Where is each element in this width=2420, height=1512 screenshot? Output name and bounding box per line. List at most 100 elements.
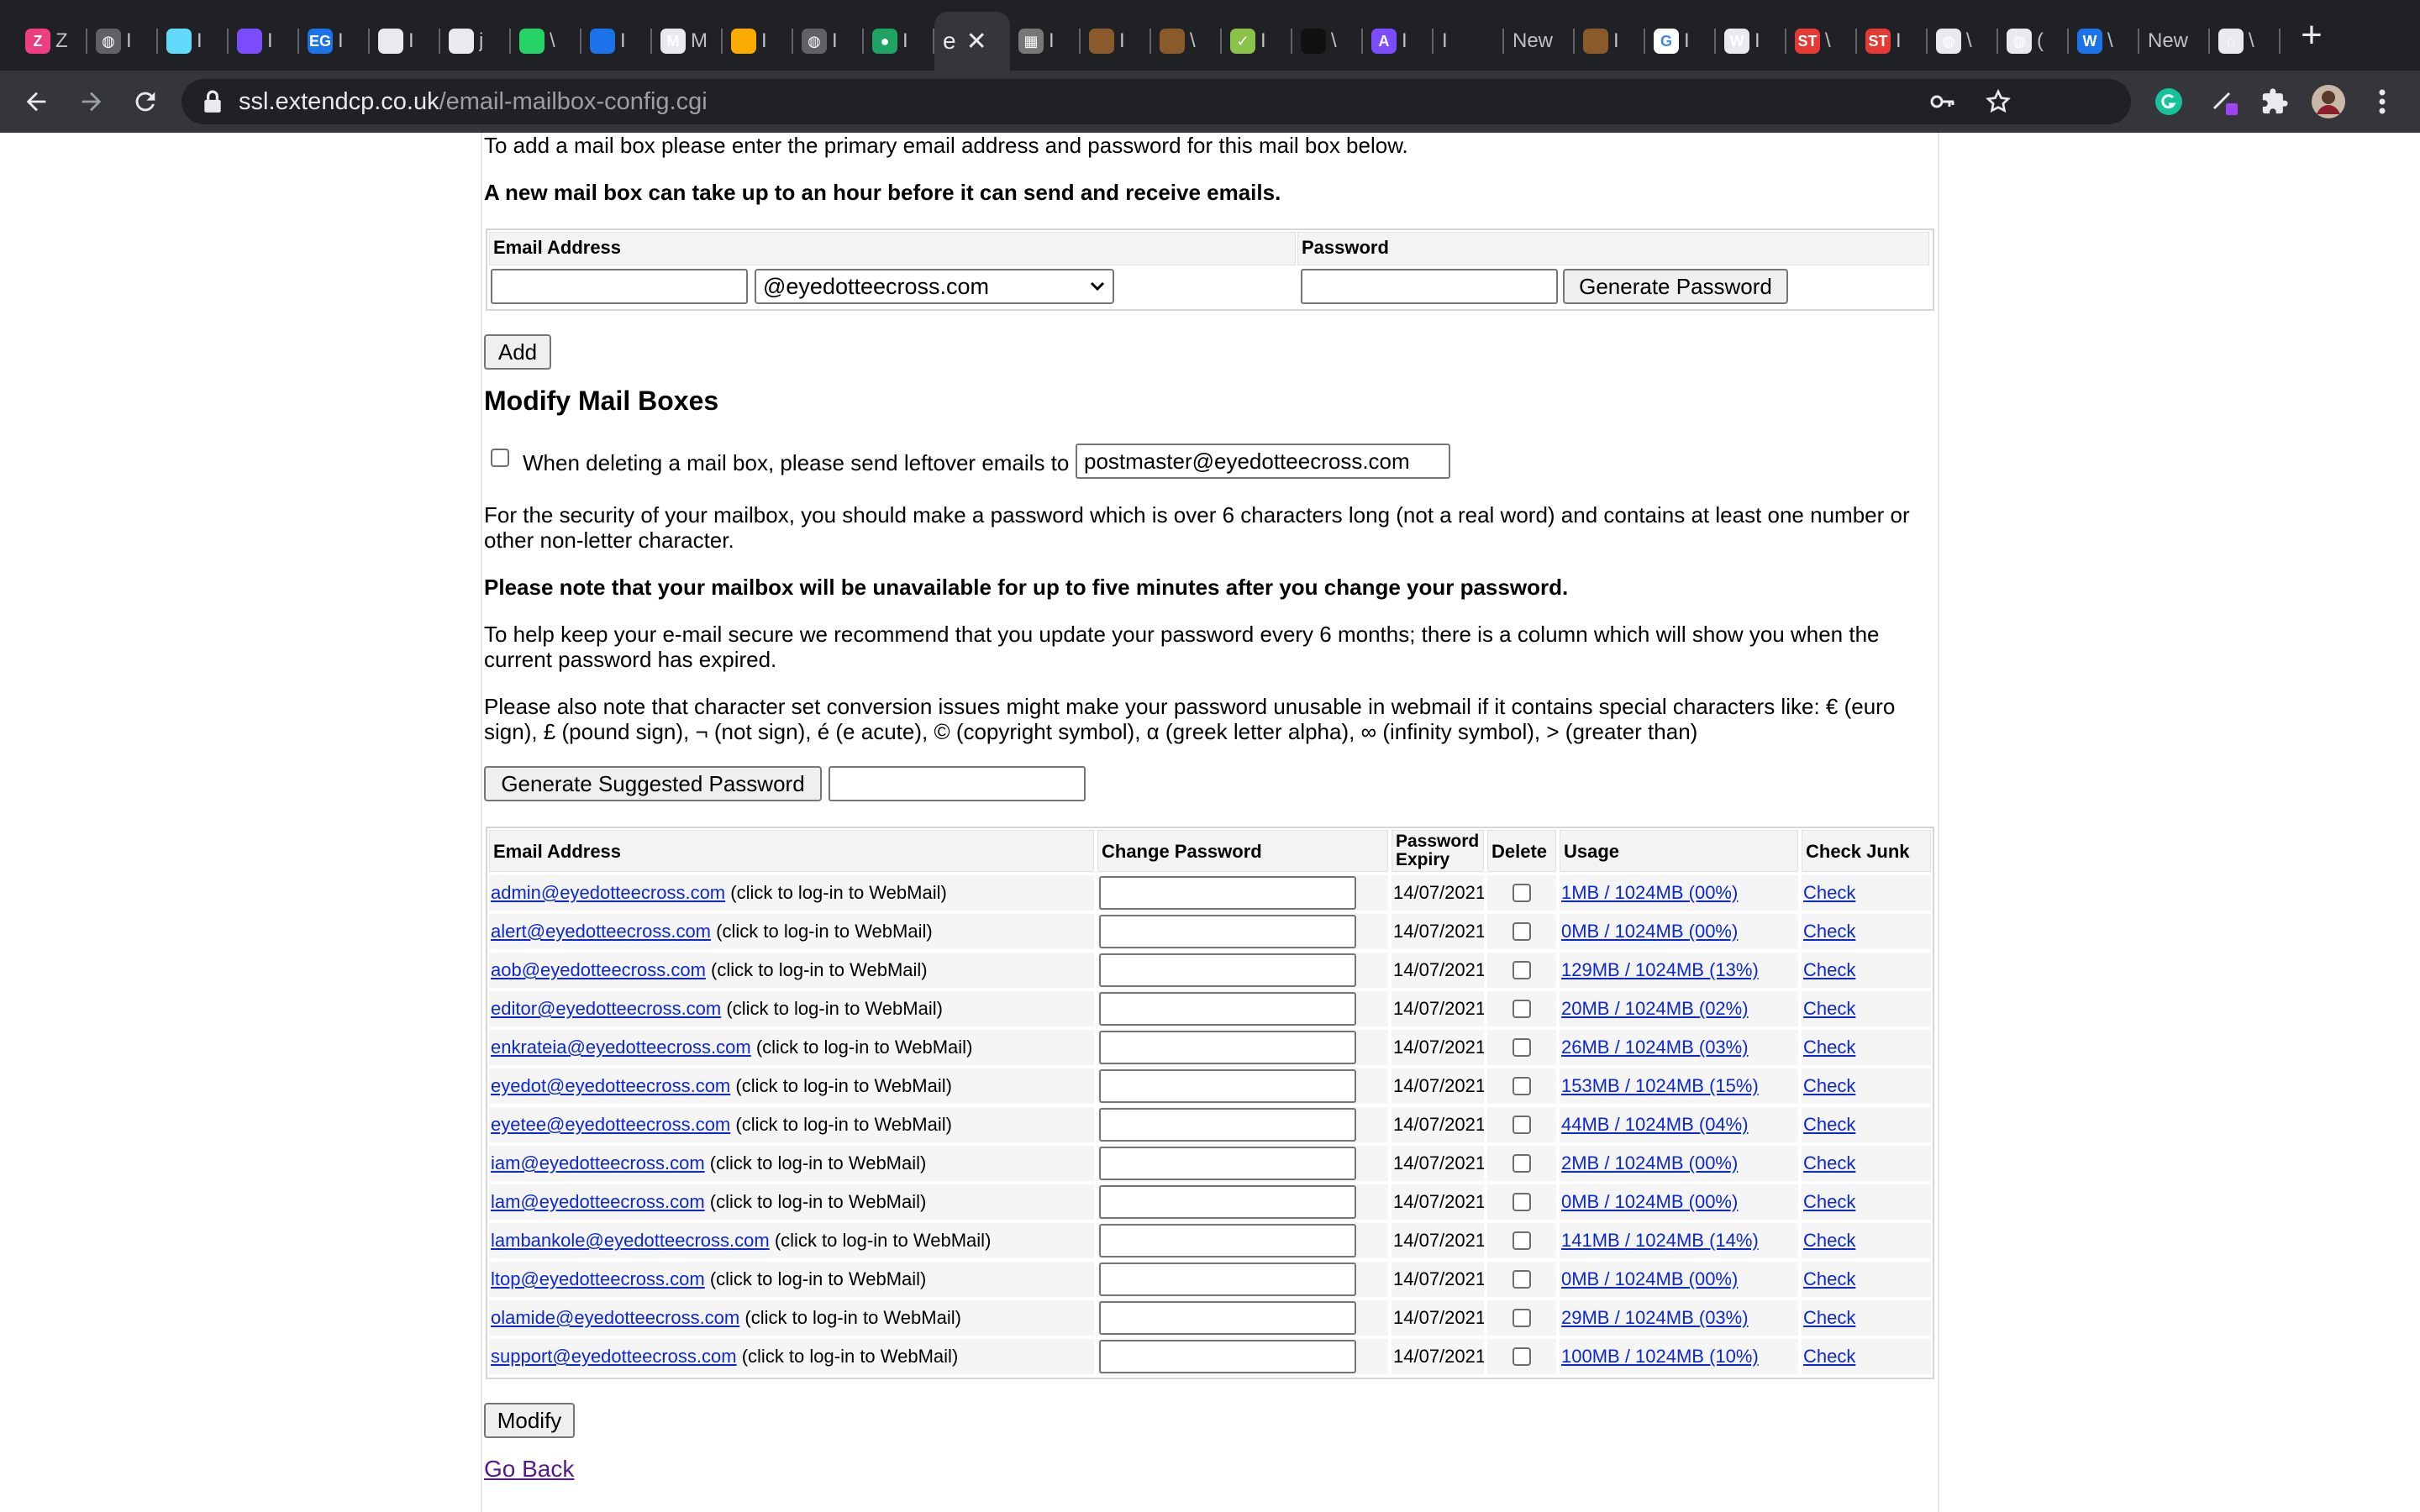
- browser-tab[interactable]: ZZ: [17, 12, 87, 71]
- change-password-input[interactable]: [1099, 1031, 1356, 1064]
- browser-tab[interactable]: ◍ I: [793, 12, 864, 71]
- change-password-input[interactable]: [1099, 915, 1356, 948]
- domain-select[interactable]: @eyedotteecross.com: [755, 269, 1114, 304]
- webmail-login-link[interactable]: admin@eyedotteecross.com: [491, 882, 725, 903]
- browser-tab[interactable]: AI: [1363, 12, 1434, 71]
- change-password-input[interactable]: [1099, 1340, 1356, 1373]
- webmail-login-link[interactable]: lam@eyedotteecross.com: [491, 1191, 705, 1212]
- browser-tab[interactable]: EG I: [299, 12, 370, 71]
- delete-checkbox[interactable]: [1512, 1038, 1531, 1057]
- check-junk-link[interactable]: Check: [1803, 1114, 1855, 1135]
- delete-checkbox[interactable]: [1512, 922, 1531, 941]
- pen-extension-button[interactable]: [2205, 82, 2244, 121]
- browser-tab[interactable]: \: [1292, 12, 1363, 71]
- webmail-login-link[interactable]: editor@eyedotteecross.com: [491, 998, 721, 1019]
- change-password-input[interactable]: [1099, 876, 1356, 910]
- check-junk-link[interactable]: Check: [1803, 1075, 1855, 1096]
- browser-tab[interactable]: I: [229, 12, 299, 71]
- webmail-login-link[interactable]: enkrateia@eyedotteecross.com: [491, 1037, 751, 1058]
- change-password-input[interactable]: [1099, 1263, 1356, 1296]
- browser-tab[interactable]: New: [1504, 12, 1575, 71]
- check-junk-link[interactable]: Check: [1803, 1307, 1855, 1328]
- forward-button[interactable]: [72, 82, 111, 121]
- browser-tab[interactable]: ⌂ \: [2210, 12, 2281, 71]
- extensions-button[interactable]: [2255, 82, 2294, 121]
- star-bookmark-icon[interactable]: [1985, 88, 2012, 115]
- browser-tab[interactable]: e ✕: [934, 12, 1010, 71]
- delete-checkbox[interactable]: [1512, 1000, 1531, 1018]
- change-password-input[interactable]: [1099, 1147, 1356, 1180]
- delete-checkbox[interactable]: [1512, 884, 1531, 902]
- address-bar[interactable]: ssl.extendcp.co.uk/email-mailbox-config.…: [182, 79, 2131, 124]
- browser-tab[interactable]: ◍(: [1998, 12, 2069, 71]
- browser-tab[interactable]: MM: [652, 12, 723, 71]
- reload-button[interactable]: [126, 82, 165, 121]
- webmail-login-link[interactable]: olamide@eyedotteecross.com: [491, 1307, 739, 1328]
- check-junk-link[interactable]: Check: [1803, 1191, 1855, 1212]
- browser-tab[interactable]: I: [370, 12, 440, 71]
- browser-tab[interactable]: ● I: [864, 12, 934, 71]
- browser-tab[interactable]: j: [440, 12, 511, 71]
- usage-link[interactable]: 129MB / 1024MB (13%): [1561, 959, 1759, 980]
- webmail-login-link[interactable]: ltop@eyedotteecross.com: [491, 1268, 705, 1289]
- browser-tab[interactable]: I: [1434, 12, 1504, 71]
- webmail-login-link[interactable]: iam@eyedotteecross.com: [491, 1152, 705, 1173]
- check-junk-link[interactable]: Check: [1803, 998, 1855, 1019]
- check-junk-link[interactable]: Check: [1803, 959, 1855, 980]
- browser-tab[interactable]: ◍ \: [1928, 12, 1998, 71]
- webmail-login-link[interactable]: eyedot@eyedotteecross.com: [491, 1075, 730, 1096]
- browser-tab[interactable]: ▦ I: [1010, 12, 1081, 71]
- change-password-input[interactable]: [1099, 1069, 1356, 1103]
- usage-link[interactable]: 0MB / 1024MB (00%): [1561, 1268, 1738, 1289]
- profile-avatar[interactable]: [2309, 82, 2348, 121]
- suggested-password-output[interactable]: [829, 766, 1086, 801]
- delete-checkbox[interactable]: [1512, 1309, 1531, 1327]
- leftover-destination-input[interactable]: [1076, 444, 1450, 479]
- change-password-input[interactable]: [1099, 1301, 1356, 1335]
- close-icon[interactable]: ✕: [966, 27, 987, 56]
- webmail-login-link[interactable]: alert@eyedotteecross.com: [491, 921, 711, 942]
- send-leftover-checkbox[interactable]: [491, 449, 509, 467]
- new-tab-button[interactable]: +: [2294, 17, 2329, 54]
- browser-tab[interactable]: I: [581, 12, 652, 71]
- delete-checkbox[interactable]: [1512, 1193, 1531, 1211]
- browser-tab[interactable]: ◍ I: [87, 12, 158, 71]
- usage-link[interactable]: 0MB / 1024MB (00%): [1561, 921, 1738, 942]
- check-junk-link[interactable]: Check: [1803, 921, 1855, 942]
- browser-tab[interactable]: I: [1081, 12, 1151, 71]
- delete-checkbox[interactable]: [1512, 961, 1531, 979]
- delete-checkbox[interactable]: [1512, 1154, 1531, 1173]
- webmail-login-link[interactable]: eyetee@eyedotteecross.com: [491, 1114, 730, 1135]
- delete-checkbox[interactable]: [1512, 1231, 1531, 1250]
- grammarly-extension-button[interactable]: [2149, 82, 2188, 121]
- check-junk-link[interactable]: Check: [1803, 1152, 1855, 1173]
- add-button[interactable]: Add: [484, 334, 551, 370]
- browser-tab[interactable]: I: [723, 12, 793, 71]
- usage-link[interactable]: 20MB / 1024MB (02%): [1561, 998, 1749, 1019]
- check-junk-link[interactable]: Check: [1803, 1037, 1855, 1058]
- new-mailbox-local-part-input[interactable]: [491, 269, 748, 304]
- browser-menu-button[interactable]: [2363, 82, 2402, 121]
- generate-password-button[interactable]: Generate Password: [1563, 269, 1788, 304]
- change-password-input[interactable]: [1099, 1108, 1356, 1142]
- delete-checkbox[interactable]: [1512, 1077, 1531, 1095]
- usage-link[interactable]: 2MB / 1024MB (00%): [1561, 1152, 1738, 1173]
- check-junk-link[interactable]: Check: [1803, 1230, 1855, 1251]
- generate-suggested-password-button[interactable]: Generate Suggested Password: [484, 766, 822, 801]
- browser-tab[interactable]: \: [1151, 12, 1222, 71]
- usage-link[interactable]: 100MB / 1024MB (10%): [1561, 1346, 1759, 1367]
- browser-tab[interactable]: W \: [2069, 12, 2139, 71]
- usage-link[interactable]: 29MB / 1024MB (03%): [1561, 1307, 1749, 1328]
- delete-checkbox[interactable]: [1512, 1270, 1531, 1289]
- back-button[interactable]: [17, 82, 55, 121]
- browser-tab[interactable]: New: [2139, 12, 2210, 71]
- usage-link[interactable]: 141MB / 1024MB (14%): [1561, 1230, 1759, 1251]
- change-password-input[interactable]: [1099, 992, 1356, 1026]
- usage-link[interactable]: 0MB / 1024MB (00%): [1561, 1191, 1738, 1212]
- browser-tab[interactable]: ST I: [1857, 12, 1928, 71]
- usage-link[interactable]: 44MB / 1024MB (04%): [1561, 1114, 1749, 1135]
- change-password-input[interactable]: [1099, 953, 1356, 987]
- usage-link[interactable]: 1MB / 1024MB (00%): [1561, 882, 1738, 903]
- browser-tab[interactable]: ✓ I: [1222, 12, 1292, 71]
- new-mailbox-password-input[interactable]: [1301, 269, 1558, 304]
